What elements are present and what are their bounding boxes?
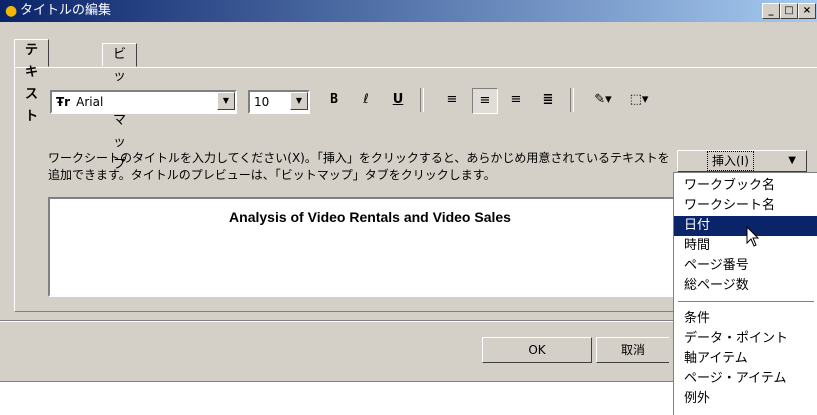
- toolbar-separator: [420, 88, 424, 112]
- align-center-icon[interactable]: ≡: [472, 88, 498, 114]
- font-name-value: Ŧr Arial: [56, 94, 103, 110]
- italic-button[interactable]: ℓ: [354, 88, 378, 112]
- menu-item-worksheet-name[interactable]: ワークシート名: [674, 196, 817, 216]
- chevron-down-icon[interactable]: ▼: [217, 92, 235, 110]
- menu-item-data-point[interactable]: データ・ポイント: [674, 329, 817, 349]
- insert-button-label: 挿入(I): [707, 151, 754, 171]
- title-text-value: Analysis of Video Rentals and Video Sale…: [229, 209, 511, 225]
- mouse-cursor-icon: [746, 226, 760, 247]
- menu-item-workbook-name[interactable]: ワークブック名: [674, 176, 817, 196]
- title-text-editor[interactable]: Analysis of Video Rentals and Video Sale…: [48, 197, 692, 297]
- ok-button[interactable]: OK: [482, 337, 592, 363]
- font-name-select[interactable]: Ŧr Arial ▼: [50, 90, 237, 114]
- instruction-text: ワークシートのタイトルを入力してください(X)。「挿入」をクリックすると、あらか…: [48, 151, 670, 182]
- title-bar[interactable]: ● タイトルの編集 _ □ ×: [0, 0, 817, 22]
- tab-bitmap[interactable]: ビットマップ: [102, 43, 138, 172]
- text-color-icon[interactable]: ✎▾: [586, 88, 620, 112]
- insert-menu: ワークブック名 ワークシート名 日付 時間 ページ番号 総ページ数 条件 データ…: [673, 172, 817, 415]
- align-right-icon[interactable]: ≡: [504, 88, 528, 112]
- menu-item-condition[interactable]: 条件: [674, 309, 817, 329]
- bold-button[interactable]: B: [322, 88, 346, 112]
- align-justify-icon[interactable]: ≣: [536, 88, 560, 112]
- close-button[interactable]: ×: [798, 3, 816, 19]
- font-size-select[interactable]: 10 ▼: [248, 90, 310, 114]
- fill-color-icon[interactable]: ⬚▾: [622, 88, 656, 112]
- minimize-button[interactable]: _: [762, 3, 780, 19]
- menu-item-page-number[interactable]: ページ番号: [674, 256, 817, 276]
- tab-text[interactable]: テキスト: [14, 39, 50, 124]
- app-icon: ●: [5, 3, 18, 19]
- cancel-button[interactable]: 取消: [596, 337, 669, 363]
- align-left-icon[interactable]: ≡: [440, 88, 464, 112]
- toolbar-separator: [570, 88, 574, 112]
- font-name-label: Arial: [76, 95, 104, 109]
- maximize-button[interactable]: □: [780, 3, 798, 19]
- truetype-icon: Ŧr: [56, 95, 71, 109]
- window-title: タイトルの編集: [20, 3, 112, 18]
- menu-item-total-pages[interactable]: 総ページ数: [674, 276, 817, 296]
- chevron-down-icon[interactable]: ▼: [290, 92, 308, 110]
- font-size-value: 10: [254, 95, 270, 109]
- insert-button[interactable]: 挿入(I) ▼: [677, 150, 807, 172]
- menu-separator: [678, 301, 814, 303]
- underline-button[interactable]: U: [386, 88, 410, 112]
- menu-item-axis-item[interactable]: 軸アイテム: [674, 349, 817, 369]
- menu-item-exception[interactable]: 例外: [674, 389, 817, 409]
- chevron-down-icon: ▼: [788, 155, 796, 166]
- menu-item-page-item[interactable]: ページ・アイテム: [674, 369, 817, 389]
